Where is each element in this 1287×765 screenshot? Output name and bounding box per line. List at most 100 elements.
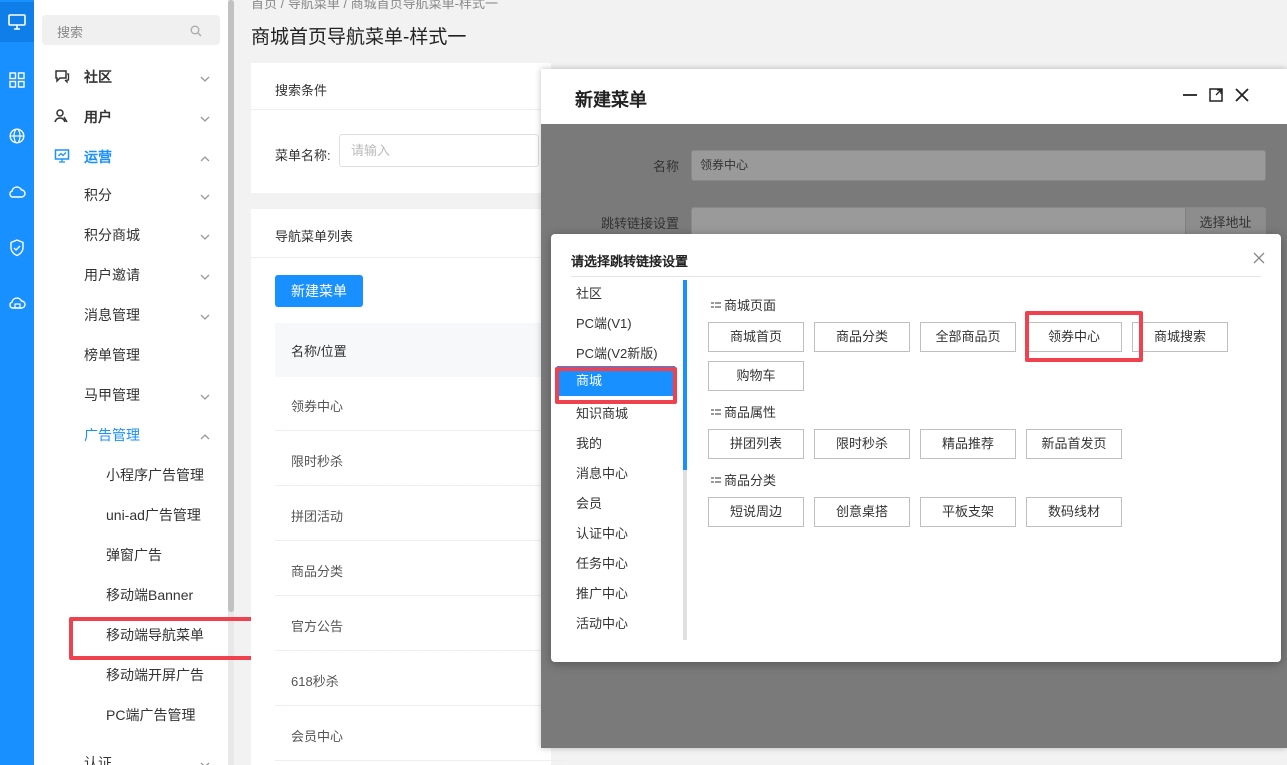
sidebar-item-label: PC端广告管理: [106, 707, 196, 723]
section-title: 商品分类: [724, 473, 777, 488]
table-row[interactable]: 限时秒杀: [275, 431, 565, 486]
chevron-down-icon: [200, 228, 210, 244]
category-scrollbar[interactable]: [683, 280, 687, 640]
option-mall-home[interactable]: 商城首页: [708, 322, 804, 352]
sidebar-item-rankings[interactable]: 榜单管理: [34, 334, 228, 374]
sidebar-item-label: 移动端开屏广告: [106, 667, 204, 683]
sidebar-item-vest[interactable]: 马甲管理: [34, 374, 228, 414]
option-tablet-stand[interactable]: 平板支架: [920, 497, 1016, 527]
table-row[interactable]: 会员中心: [275, 706, 565, 761]
chevron-down-icon: [200, 756, 210, 765]
option-new-release[interactable]: 新品首发页: [1026, 429, 1122, 459]
icon-rail: [0, 0, 34, 765]
globe-icon[interactable]: [0, 116, 34, 156]
table-cell: 领券中心: [291, 399, 344, 414]
table-row[interactable]: 618秒杀: [275, 651, 565, 706]
table-row[interactable]: 商品分类: [275, 541, 565, 596]
new-menu-button[interactable]: 新建菜单: [275, 275, 363, 307]
table-cell: 限时秒杀: [291, 454, 344, 469]
sidebar-item-community[interactable]: 社区: [34, 56, 228, 96]
close-icon[interactable]: [1252, 251, 1266, 268]
sidebar-item-ads[interactable]: 广告管理: [34, 414, 228, 454]
divider: [571, 276, 1261, 277]
select-address-button[interactable]: 选择地址: [1185, 208, 1265, 237]
section-title: 商城页面: [724, 298, 777, 313]
chevron-down-icon: [200, 308, 210, 324]
table-header: 名称/位置: [275, 323, 565, 377]
sidebar-item-pc-ads[interactable]: PC端广告管理: [34, 694, 228, 734]
monitor-icon[interactable]: [0, 2, 34, 42]
category-auth-center[interactable]: 认证中心: [576, 523, 628, 542]
close-icon[interactable]: [1233, 86, 1251, 104]
shield-check-icon[interactable]: [0, 228, 34, 268]
sidebar-item-label: 运营: [84, 149, 112, 165]
grid-icon[interactable]: [0, 60, 34, 100]
page-title: 商城首页导航菜单-样式一: [251, 27, 467, 48]
breadcrumb: 首页 / 导航菜单 / 商城首页导航菜单-样式一: [251, 0, 499, 11]
sidebar-item-label: 马甲管理: [84, 387, 140, 403]
option-desk-setup[interactable]: 创意桌搭: [814, 497, 910, 527]
option-cables[interactable]: 数码线材: [1026, 497, 1122, 527]
sidebar-item-popup-ads[interactable]: 弹窗广告: [34, 534, 228, 574]
menu-name-label: 菜单名称:: [275, 148, 331, 163]
table-row[interactable]: 拼团活动: [275, 486, 565, 541]
sidebar-item-certification[interactable]: 认证: [34, 742, 228, 765]
sidebar-item-label: 社区: [84, 69, 112, 85]
search-card-title: 搜索条件: [275, 83, 328, 98]
category-member[interactable]: 会员: [576, 493, 602, 512]
category-task-center[interactable]: 任务中心: [576, 553, 628, 572]
sidebar-item-uniad[interactable]: uni-ad广告管理: [34, 494, 228, 534]
sidebar-item-points-mall[interactable]: 积分商城: [34, 214, 228, 254]
category-activity-center[interactable]: 活动中心: [576, 613, 628, 632]
option-mall-search[interactable]: 商城搜索: [1132, 322, 1228, 352]
table-cell: 618秒杀: [291, 674, 339, 689]
sidebar-item-miniprogram-ads[interactable]: 小程序广告管理: [34, 454, 228, 494]
cloud-icon[interactable]: [0, 172, 34, 212]
list-card: 导航菜单列表 新建菜单 名称/位置 领券中心 限时秒杀 拼团活动 商品分类 官方…: [251, 209, 565, 765]
link-select-dialog: 请选择跳转链接设置 社区 PC端(V1) PC端(V2新版) 商城 知识商城 我…: [551, 234, 1281, 662]
cloud-sync-icon[interactable]: [0, 284, 34, 324]
category-mine[interactable]: 我的: [576, 433, 602, 452]
column-header: 名称/位置: [291, 344, 347, 359]
category-pc-v1[interactable]: PC端(V1): [576, 313, 632, 332]
table-cell: 官方公告: [291, 619, 344, 634]
section-header: 商品分类: [711, 470, 776, 489]
category-knowledge-mall[interactable]: 知识商城: [576, 403, 628, 422]
sidebar-item-label: 广告管理: [84, 427, 140, 443]
dialog-title: 新建菜单: [575, 90, 647, 110]
option-flash-sale[interactable]: 限时秒杀: [814, 429, 910, 459]
option-product-category[interactable]: 商品分类: [814, 322, 910, 352]
maximize-icon[interactable]: [1207, 86, 1225, 104]
option-all-products[interactable]: 全部商品页: [920, 322, 1016, 352]
scrollbar-thumb[interactable]: [683, 280, 687, 470]
sidebar-search[interactable]: 搜索: [42, 15, 220, 45]
table-row[interactable]: 领券中心: [275, 376, 565, 431]
sidebar-item-mobile-banner[interactable]: 移动端Banner: [34, 574, 228, 614]
sidebar-item-label: 积分: [84, 187, 112, 203]
sidebar-item-operations[interactable]: 运营: [34, 136, 228, 176]
option-merch[interactable]: 短说周边: [708, 497, 804, 527]
menu-name-input[interactable]: 请输入: [339, 134, 539, 167]
minimize-icon[interactable]: [1181, 86, 1199, 104]
option-featured[interactable]: 精品推荐: [920, 429, 1016, 459]
list-icon: [711, 299, 721, 314]
table-row[interactable]: 官方公告: [275, 596, 565, 651]
sidebar-item-label: 用户邀请: [84, 267, 140, 283]
category-promo-center[interactable]: 推广中心: [576, 583, 628, 602]
category-message-center[interactable]: 消息中心: [576, 463, 628, 482]
name-input[interactable]: 领券中心: [691, 150, 1266, 181]
sidebar-item-mobile-splash[interactable]: 移动端开屏广告: [34, 654, 228, 694]
sidebar-item-points[interactable]: 积分: [34, 174, 228, 214]
chevron-down-icon: [200, 268, 210, 284]
category-community[interactable]: 社区: [576, 283, 602, 302]
category-pc-v2[interactable]: PC端(V2新版): [576, 343, 658, 362]
sidebar-item-label: uni-ad广告管理: [106, 507, 201, 523]
sidebar-item-user-invite[interactable]: 用户邀请: [34, 254, 228, 294]
highlight-box: [69, 617, 261, 660]
option-cart[interactable]: 购物车: [708, 361, 804, 391]
sidebar-item-users[interactable]: 用户: [34, 96, 228, 136]
option-group-list[interactable]: 拼团列表: [708, 429, 804, 459]
search-icon[interactable]: [190, 24, 202, 40]
sidebar-item-messages[interactable]: 消息管理: [34, 294, 228, 334]
scrollbar-thumb[interactable]: [228, 0, 234, 612]
